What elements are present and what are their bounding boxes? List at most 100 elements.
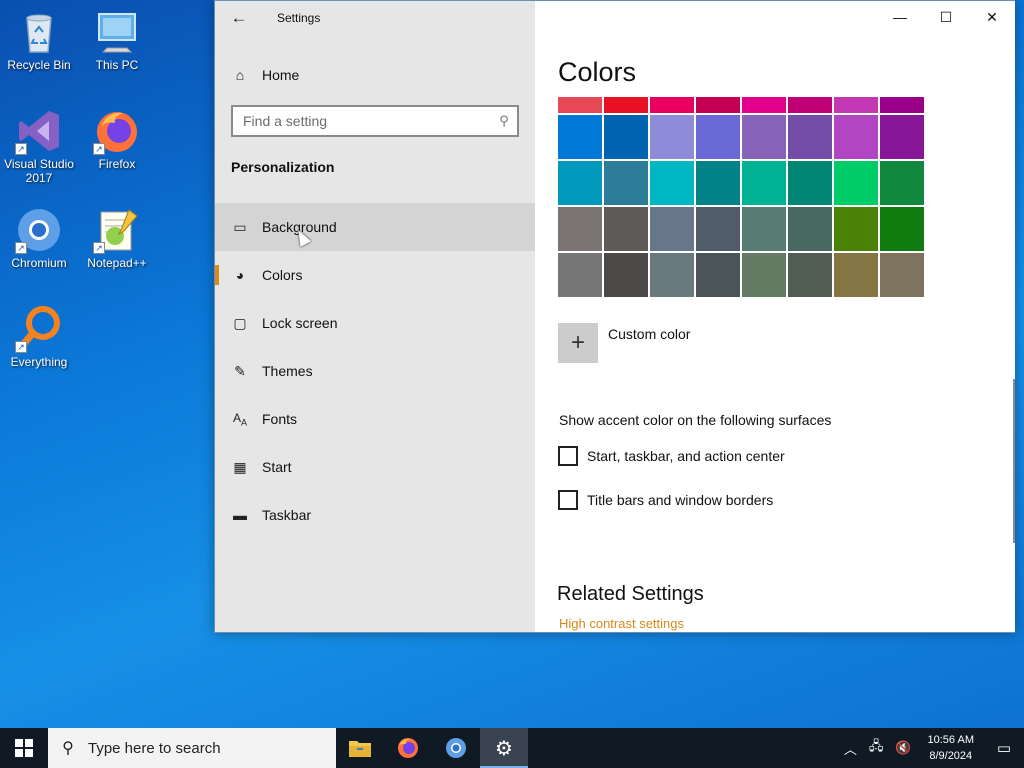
desktop-icon-everything[interactable]: ↗ Everything	[1, 305, 77, 369]
section-heading: Personalization	[231, 159, 335, 175]
color-swatch[interactable]	[650, 115, 694, 159]
color-swatch[interactable]	[788, 161, 832, 205]
color-swatch[interactable]	[788, 97, 832, 113]
color-swatch[interactable]	[834, 161, 878, 205]
search-icon: ⚲	[62, 740, 74, 757]
taskbar-app-settings[interactable]: ⚙	[480, 728, 528, 768]
nav-item-taskbar[interactable]: ▬ Taskbar	[215, 491, 535, 539]
color-swatch[interactable]	[650, 253, 694, 297]
color-swatch[interactable]	[696, 97, 740, 113]
color-swatch[interactable]	[880, 253, 924, 297]
color-swatch[interactable]	[558, 253, 602, 297]
chevron-up-icon[interactable]: ︿	[838, 739, 863, 758]
color-swatch[interactable]	[650, 207, 694, 251]
color-swatch[interactable]	[696, 207, 740, 251]
color-swatch[interactable]	[834, 97, 878, 113]
color-swatch[interactable]	[696, 253, 740, 297]
color-swatch[interactable]	[880, 207, 924, 251]
content-scrollbar[interactable]	[1013, 379, 1015, 543]
plus-icon: +	[558, 323, 598, 363]
desktop-icon-recycle-bin[interactable]: Recycle Bin	[1, 8, 77, 72]
folder-icon	[349, 741, 371, 757]
taskbar-search-box[interactable]: ⚲	[48, 728, 336, 768]
desktop-icon-this-pc[interactable]: This PC	[79, 8, 155, 72]
desktop-icon-visual-studio[interactable]: ↗ Visual Studio 2017	[1, 107, 77, 185]
notification-icon: ▭	[996, 740, 1012, 757]
desktop-icon-label: Notepad++	[87, 256, 147, 270]
gear-icon: ⚙	[495, 737, 513, 760]
color-swatch[interactable]	[742, 161, 786, 205]
nav-item-colors[interactable]: ◕ Colors	[215, 251, 535, 299]
desktop-icon-firefox[interactable]: ↗ Firefox	[79, 107, 155, 171]
close-button[interactable]: ✕	[969, 1, 1015, 33]
color-swatch[interactable]	[604, 253, 648, 297]
font-icon: AA	[232, 410, 248, 428]
color-swatch[interactable]	[742, 253, 786, 297]
search-icon: ⚲	[499, 113, 509, 128]
find-setting-input[interactable]	[233, 107, 491, 135]
action-center-button[interactable]: ▭	[984, 728, 1024, 768]
color-swatch[interactable]	[558, 97, 602, 113]
palette-icon: ◕	[235, 267, 245, 283]
minimize-button[interactable]: —	[877, 1, 923, 33]
color-swatch[interactable]	[696, 115, 740, 159]
color-swatch[interactable]	[880, 115, 924, 159]
high-contrast-link[interactable]: High contrast settings	[559, 616, 684, 631]
color-swatch[interactable]	[604, 207, 648, 251]
shortcut-arrow-icon: ↗	[15, 143, 27, 155]
color-swatch[interactable]	[834, 253, 878, 297]
page-title: Colors	[558, 57, 637, 87]
checkbox-box[interactable]	[558, 490, 578, 510]
close-icon: ✕	[986, 8, 998, 25]
color-swatch[interactable]	[880, 97, 924, 113]
desktop-icon-chromium[interactable]: ↗ Chromium	[1, 206, 77, 270]
checkbox-title-bars[interactable]: Title bars and window borders	[558, 490, 773, 510]
desktop-icon-label: Chromium	[11, 256, 67, 270]
taskbar-search-input[interactable]	[88, 739, 318, 757]
nav-item-label: Themes	[262, 363, 313, 379]
desktop-icon-notepadpp[interactable]: ↗ Notepad++	[79, 206, 155, 270]
clock[interactable]: 10:56 AM 8/9/2024	[918, 732, 984, 764]
custom-color-button[interactable]: + Custom color	[558, 323, 690, 363]
settings-content-pane: — ☐ ✕ Colors + Custom color Show accent …	[535, 1, 1015, 632]
color-swatch[interactable]	[696, 161, 740, 205]
nav-item-background[interactable]: ▭ Background	[215, 203, 535, 251]
color-swatch[interactable]	[650, 161, 694, 205]
network-icon[interactable]: 🖧	[863, 737, 890, 759]
color-swatch[interactable]	[604, 97, 648, 113]
taskbar-app-firefox[interactable]	[384, 728, 432, 768]
nav-item-start[interactable]: ▦ Start	[215, 443, 535, 491]
lock-screen-icon: ▢	[233, 314, 247, 331]
back-arrow-icon[interactable]: ←	[227, 7, 251, 29]
color-swatch[interactable]	[788, 253, 832, 297]
color-swatch[interactable]	[558, 161, 602, 205]
color-swatch[interactable]	[604, 115, 648, 159]
find-setting-search[interactable]: ⚲	[231, 105, 519, 137]
color-swatch[interactable]	[742, 207, 786, 251]
color-swatch[interactable]	[604, 161, 648, 205]
nav-item-label: Colors	[262, 267, 303, 283]
checkbox-box[interactable]	[558, 446, 578, 466]
color-swatch[interactable]	[742, 97, 786, 113]
volume-muted-icon[interactable]: 🔇	[889, 740, 917, 756]
color-swatch[interactable]	[558, 115, 602, 159]
color-swatch[interactable]	[558, 207, 602, 251]
color-swatch[interactable]	[742, 115, 786, 159]
maximize-button[interactable]: ☐	[923, 1, 969, 33]
taskbar-app-file-explorer[interactable]	[336, 728, 384, 768]
clock-time: 10:56 AM	[927, 734, 974, 746]
start-button[interactable]	[0, 728, 48, 768]
nav-item-lock-screen[interactable]: ▢ Lock screen	[215, 299, 535, 347]
nav-home[interactable]: ⌂ Home	[215, 51, 535, 99]
color-swatch[interactable]	[788, 207, 832, 251]
nav-item-fonts[interactable]: AA Fonts	[215, 395, 535, 443]
color-swatch[interactable]	[650, 97, 694, 113]
color-swatch[interactable]	[880, 161, 924, 205]
color-swatch[interactable]	[788, 115, 832, 159]
computer-icon	[93, 8, 141, 56]
nav-item-themes[interactable]: ✎ Themes	[215, 347, 535, 395]
color-swatch[interactable]	[834, 207, 878, 251]
checkbox-start-taskbar[interactable]: Start, taskbar, and action center	[558, 446, 785, 466]
taskbar-app-chromium[interactable]	[432, 728, 480, 768]
color-swatch[interactable]	[834, 115, 878, 159]
